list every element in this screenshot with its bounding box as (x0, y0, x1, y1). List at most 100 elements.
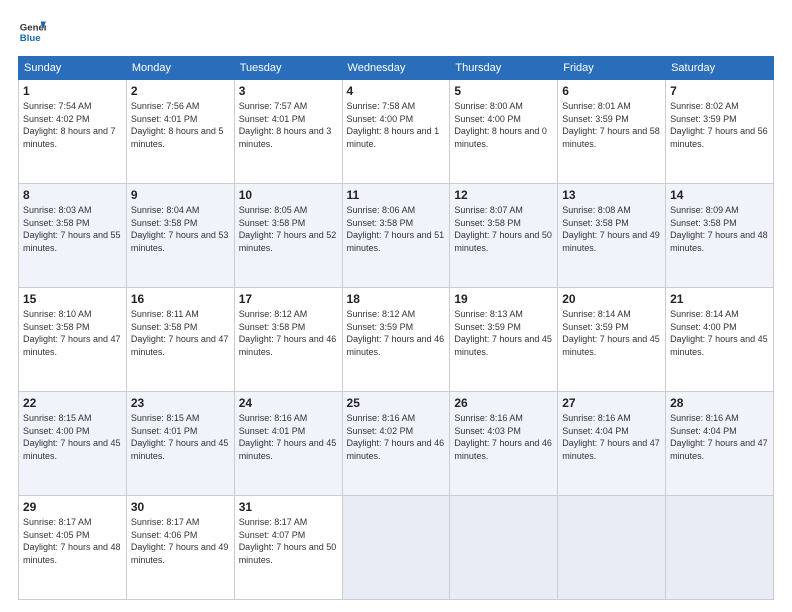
day-number: 22 (23, 396, 122, 410)
day-info: Sunrise: 8:03 AMSunset: 3:58 PMDaylight:… (23, 205, 121, 253)
day-info: Sunrise: 8:00 AMSunset: 4:00 PMDaylight:… (454, 101, 547, 149)
calendar-cell: 4 Sunrise: 7:58 AMSunset: 4:00 PMDayligh… (342, 80, 450, 184)
day-info: Sunrise: 8:12 AMSunset: 3:58 PMDaylight:… (239, 309, 337, 357)
calendar-cell: 26 Sunrise: 8:16 AMSunset: 4:03 PMDaylig… (450, 392, 558, 496)
calendar-cell: 11 Sunrise: 8:06 AMSunset: 3:58 PMDaylig… (342, 184, 450, 288)
calendar-cell: 18 Sunrise: 8:12 AMSunset: 3:59 PMDaylig… (342, 288, 450, 392)
day-info: Sunrise: 8:15 AMSunset: 4:00 PMDaylight:… (23, 413, 121, 461)
day-number: 28 (670, 396, 769, 410)
calendar-cell: 25 Sunrise: 8:16 AMSunset: 4:02 PMDaylig… (342, 392, 450, 496)
calendar-cell: 21 Sunrise: 8:14 AMSunset: 4:00 PMDaylig… (666, 288, 774, 392)
day-number: 20 (562, 292, 661, 306)
calendar-cell: 13 Sunrise: 8:08 AMSunset: 3:58 PMDaylig… (558, 184, 666, 288)
day-number: 30 (131, 500, 230, 514)
day-number: 21 (670, 292, 769, 306)
day-info: Sunrise: 7:56 AMSunset: 4:01 PMDaylight:… (131, 101, 224, 149)
day-info: Sunrise: 8:16 AMSunset: 4:03 PMDaylight:… (454, 413, 552, 461)
calendar-cell (666, 496, 774, 600)
day-info: Sunrise: 8:11 AMSunset: 3:58 PMDaylight:… (131, 309, 229, 357)
day-info: Sunrise: 8:14 AMSunset: 4:00 PMDaylight:… (670, 309, 768, 357)
page: General Blue SundayMondayTuesdayWednesda… (0, 0, 792, 612)
day-info: Sunrise: 8:09 AMSunset: 3:58 PMDaylight:… (670, 205, 768, 253)
day-number: 7 (670, 84, 769, 98)
day-info: Sunrise: 7:57 AMSunset: 4:01 PMDaylight:… (239, 101, 332, 149)
day-info: Sunrise: 8:05 AMSunset: 3:58 PMDaylight:… (239, 205, 337, 253)
weekday-header-friday: Friday (558, 57, 666, 80)
header: General Blue (18, 18, 774, 46)
day-number: 24 (239, 396, 338, 410)
day-number: 31 (239, 500, 338, 514)
calendar-cell: 2 Sunrise: 7:56 AMSunset: 4:01 PMDayligh… (126, 80, 234, 184)
calendar-cell: 31 Sunrise: 8:17 AMSunset: 4:07 PMDaylig… (234, 496, 342, 600)
calendar-cell: 17 Sunrise: 8:12 AMSunset: 3:58 PMDaylig… (234, 288, 342, 392)
calendar-cell: 30 Sunrise: 8:17 AMSunset: 4:06 PMDaylig… (126, 496, 234, 600)
calendar-cell (450, 496, 558, 600)
week-row-1: 1 Sunrise: 7:54 AMSunset: 4:02 PMDayligh… (19, 80, 774, 184)
day-info: Sunrise: 7:58 AMSunset: 4:00 PMDaylight:… (347, 101, 440, 149)
day-info: Sunrise: 8:14 AMSunset: 3:59 PMDaylight:… (562, 309, 660, 357)
day-number: 17 (239, 292, 338, 306)
day-number: 5 (454, 84, 553, 98)
day-number: 14 (670, 188, 769, 202)
calendar-cell: 29 Sunrise: 8:17 AMSunset: 4:05 PMDaylig… (19, 496, 127, 600)
week-row-2: 8 Sunrise: 8:03 AMSunset: 3:58 PMDayligh… (19, 184, 774, 288)
day-info: Sunrise: 8:02 AMSunset: 3:59 PMDaylight:… (670, 101, 768, 149)
calendar-cell: 16 Sunrise: 8:11 AMSunset: 3:58 PMDaylig… (126, 288, 234, 392)
week-row-3: 15 Sunrise: 8:10 AMSunset: 3:58 PMDaylig… (19, 288, 774, 392)
logo-icon: General Blue (18, 18, 46, 46)
day-info: Sunrise: 8:16 AMSunset: 4:04 PMDaylight:… (670, 413, 768, 461)
day-info: Sunrise: 8:17 AMSunset: 4:06 PMDaylight:… (131, 517, 229, 565)
calendar-cell: 22 Sunrise: 8:15 AMSunset: 4:00 PMDaylig… (19, 392, 127, 496)
calendar-cell: 27 Sunrise: 8:16 AMSunset: 4:04 PMDaylig… (558, 392, 666, 496)
weekday-header-monday: Monday (126, 57, 234, 80)
calendar-cell: 9 Sunrise: 8:04 AMSunset: 3:58 PMDayligh… (126, 184, 234, 288)
day-number: 23 (131, 396, 230, 410)
calendar-table: SundayMondayTuesdayWednesdayThursdayFrid… (18, 56, 774, 600)
day-number: 26 (454, 396, 553, 410)
calendar-cell: 19 Sunrise: 8:13 AMSunset: 3:59 PMDaylig… (450, 288, 558, 392)
day-number: 12 (454, 188, 553, 202)
day-number: 2 (131, 84, 230, 98)
day-info: Sunrise: 7:54 AMSunset: 4:02 PMDaylight:… (23, 101, 116, 149)
day-info: Sunrise: 8:01 AMSunset: 3:59 PMDaylight:… (562, 101, 660, 149)
day-info: Sunrise: 8:12 AMSunset: 3:59 PMDaylight:… (347, 309, 445, 357)
calendar-cell: 15 Sunrise: 8:10 AMSunset: 3:58 PMDaylig… (19, 288, 127, 392)
calendar-cell (342, 496, 450, 600)
svg-text:Blue: Blue (20, 33, 41, 44)
day-number: 11 (347, 188, 446, 202)
calendar-cell: 24 Sunrise: 8:16 AMSunset: 4:01 PMDaylig… (234, 392, 342, 496)
day-info: Sunrise: 8:06 AMSunset: 3:58 PMDaylight:… (347, 205, 445, 253)
day-number: 19 (454, 292, 553, 306)
calendar-cell: 8 Sunrise: 8:03 AMSunset: 3:58 PMDayligh… (19, 184, 127, 288)
calendar-cell (558, 496, 666, 600)
calendar-cell: 6 Sunrise: 8:01 AMSunset: 3:59 PMDayligh… (558, 80, 666, 184)
weekday-header-sunday: Sunday (19, 57, 127, 80)
day-info: Sunrise: 8:17 AMSunset: 4:07 PMDaylight:… (239, 517, 337, 565)
day-number: 25 (347, 396, 446, 410)
day-info: Sunrise: 8:10 AMSunset: 3:58 PMDaylight:… (23, 309, 121, 357)
week-row-5: 29 Sunrise: 8:17 AMSunset: 4:05 PMDaylig… (19, 496, 774, 600)
calendar-cell: 14 Sunrise: 8:09 AMSunset: 3:58 PMDaylig… (666, 184, 774, 288)
calendar-cell: 23 Sunrise: 8:15 AMSunset: 4:01 PMDaylig… (126, 392, 234, 496)
day-number: 15 (23, 292, 122, 306)
day-number: 3 (239, 84, 338, 98)
day-number: 27 (562, 396, 661, 410)
day-number: 8 (23, 188, 122, 202)
day-number: 1 (23, 84, 122, 98)
calendar-cell: 20 Sunrise: 8:14 AMSunset: 3:59 PMDaylig… (558, 288, 666, 392)
weekday-header-row: SundayMondayTuesdayWednesdayThursdayFrid… (19, 57, 774, 80)
calendar-cell: 1 Sunrise: 7:54 AMSunset: 4:02 PMDayligh… (19, 80, 127, 184)
day-info: Sunrise: 8:16 AMSunset: 4:02 PMDaylight:… (347, 413, 445, 461)
day-info: Sunrise: 8:07 AMSunset: 3:58 PMDaylight:… (454, 205, 552, 253)
day-info: Sunrise: 8:08 AMSunset: 3:58 PMDaylight:… (562, 205, 660, 253)
calendar-cell: 12 Sunrise: 8:07 AMSunset: 3:58 PMDaylig… (450, 184, 558, 288)
calendar-cell: 28 Sunrise: 8:16 AMSunset: 4:04 PMDaylig… (666, 392, 774, 496)
logo: General Blue (18, 18, 46, 46)
day-info: Sunrise: 8:04 AMSunset: 3:58 PMDaylight:… (131, 205, 229, 253)
weekday-header-saturday: Saturday (666, 57, 774, 80)
day-number: 10 (239, 188, 338, 202)
day-number: 9 (131, 188, 230, 202)
day-number: 6 (562, 84, 661, 98)
week-row-4: 22 Sunrise: 8:15 AMSunset: 4:00 PMDaylig… (19, 392, 774, 496)
calendar-cell: 10 Sunrise: 8:05 AMSunset: 3:58 PMDaylig… (234, 184, 342, 288)
